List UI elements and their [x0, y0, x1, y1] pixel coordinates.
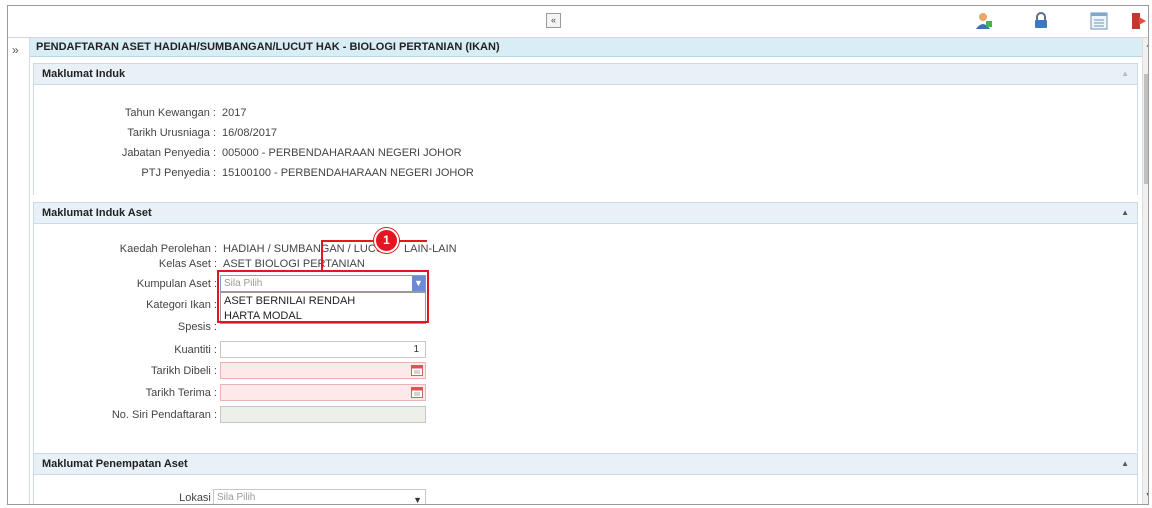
section-header-maklumat-penempatan-aset[interactable]: Maklumat Penempatan Aset ▲ — [33, 453, 1138, 475]
label-lokasi: Lokasi : — [179, 492, 217, 504]
calendar-icon[interactable] — [411, 386, 423, 398]
sidebar-toggle-column: » — [8, 38, 30, 504]
label-kelas-aset: Kelas Aset : — [158, 258, 217, 270]
user-icon[interactable] — [975, 12, 993, 30]
app-window: « » PENDAFTARAN ASET HADIAH/SUMBANGAN/LU… — [7, 5, 1149, 505]
value-tarikh-urusniaga: 16/08/2017 — [222, 127, 278, 139]
value-ptj-penyedia: 15100100 - PERBENDAHARAAN NEGERI JOHOR — [222, 167, 474, 179]
collapse-caret-icon[interactable]: ▲ — [1121, 454, 1129, 474]
section-title: Maklumat Induk Aset — [42, 207, 152, 219]
value-tahun-kewangan: 2017 — [222, 107, 247, 119]
lokasi-select[interactable]: Sila Pilih ▼ — [213, 489, 426, 504]
section-title: Maklumat Penempatan Aset — [42, 458, 188, 470]
section-body-maklumat-induk: Tahun Kewangan : 2017 Tarikh Urusniaga :… — [33, 85, 1138, 195]
tarikh-terima-input[interactable] — [220, 384, 426, 401]
logout-icon[interactable] — [1130, 12, 1148, 30]
scroll-down-icon[interactable]: ▼ — [1145, 492, 1148, 499]
annotation-highlight-box — [217, 270, 429, 323]
expand-sidebar-icon[interactable]: » — [12, 43, 19, 57]
label-jabatan-penyedia: Jabatan Penyedia : — [121, 147, 216, 159]
scroll-up-icon[interactable]: ▲ — [1145, 42, 1148, 49]
label-kumpulan-aset: Kumpulan Aset : — [136, 278, 217, 290]
label-spesis: Spesis : — [177, 321, 217, 333]
collapse-caret-icon[interactable]: ▲ — [1121, 64, 1129, 84]
kuantiti-input[interactable]: 1 — [220, 341, 426, 358]
label-tarikh-urusniaga: Tarikh Urusniaga : — [127, 127, 216, 139]
calendar-icon[interactable] — [411, 364, 423, 376]
list-icon[interactable] — [1090, 12, 1108, 30]
section-header-maklumat-induk[interactable]: Maklumat Induk ▲ — [33, 63, 1138, 85]
step-number-badge: 1 — [374, 228, 399, 253]
label-kaedah-perolehan: Kaedah Perolehan : — [119, 243, 217, 255]
section-title: Maklumat Induk — [42, 68, 126, 80]
label-tarikh-terima: Tarikh Terima : — [145, 387, 217, 399]
scrollbar-thumb[interactable] — [1144, 74, 1148, 184]
top-toolbar: « — [8, 6, 1148, 38]
collapse-caret-icon[interactable]: ▲ — [1121, 203, 1129, 223]
label-tarikh-dibeli: Tarikh Dibeli : — [150, 365, 217, 377]
lock-icon[interactable] — [1032, 12, 1050, 30]
tarikh-dibeli-input[interactable] — [220, 362, 426, 379]
section-header-maklumat-induk-aset[interactable]: Maklumat Induk Aset ▲ — [33, 202, 1138, 224]
chevron-down-icon[interactable]: ▼ — [413, 493, 422, 504]
no-siri-pendaftaran-input — [220, 406, 426, 423]
select-value: Sila Pilih — [217, 492, 256, 503]
value-jabatan-penyedia: 005000 - PERBENDAHARAAN NEGERI JOHOR — [222, 147, 462, 159]
label-ptj-penyedia: PTJ Penyedia : — [141, 167, 216, 179]
label-kategori-ikan: Kategori Ikan : — [146, 299, 217, 311]
label-tahun-kewangan: Tahun Kewangan : — [124, 107, 216, 119]
label-kuantiti: Kuantiti : — [174, 344, 217, 356]
label-no-siri-pendaftaran: No. Siri Pendaftaran : — [111, 409, 217, 421]
collapse-header-button[interactable]: « — [546, 13, 561, 28]
page-title: PENDAFTARAN ASET HADIAH/SUMBANGAN/LUCUT … — [30, 38, 1142, 57]
